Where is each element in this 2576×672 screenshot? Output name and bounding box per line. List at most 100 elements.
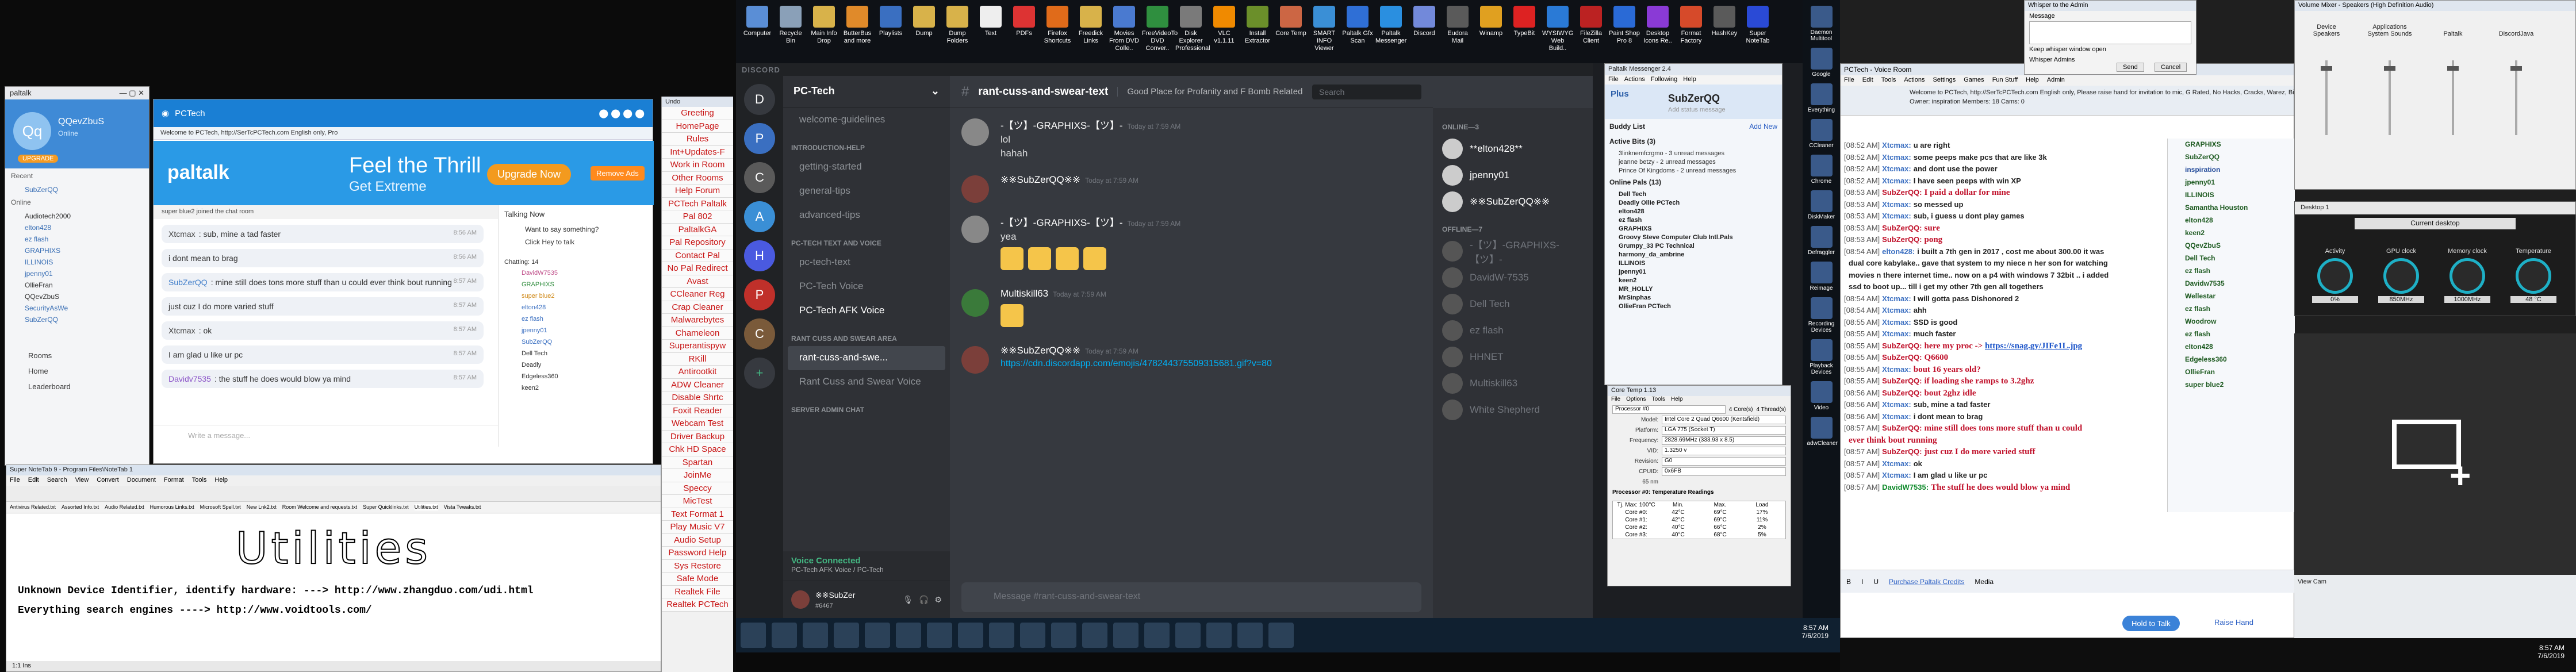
- clip-list-item[interactable]: ADW Cleaner: [662, 378, 733, 391]
- menu-item[interactable]: Games: [1964, 76, 1984, 85]
- voice-channel-label[interactable]: PC-Tech AFK Voice / PC-Tech: [791, 566, 942, 574]
- channel-category[interactable]: PC-TECH TEXT AND VOICE: [783, 228, 950, 251]
- clip-list-item[interactable]: Pal 802: [662, 210, 733, 224]
- room-user[interactable]: ez flash: [2168, 265, 2295, 278]
- message-nick[interactable]: Davidv7535: [168, 374, 211, 383]
- chevron-down-icon[interactable]: ⌄: [931, 85, 940, 98]
- view-cam-bar[interactable]: View Cam: [2294, 575, 2576, 638]
- line-nick[interactable]: Xtcmax:: [1882, 141, 1911, 149]
- headphones-icon[interactable]: 🎧: [919, 595, 929, 605]
- whisper-message-field[interactable]: [2029, 21, 2191, 44]
- clip-list-item[interactable]: Speccy: [662, 482, 733, 495]
- remove-ads-button[interactable]: Remove Ads: [591, 166, 645, 181]
- menu-document[interactable]: Document: [127, 477, 156, 485]
- clip-list-item[interactable]: Audio Setup: [662, 533, 733, 547]
- buddy-item[interactable]: ILLINOIS: [1605, 259, 1782, 267]
- buddy-item[interactable]: Prince Of Kingdoms - 2 unread messages: [1605, 166, 1782, 175]
- room-user[interactable]: inspiration: [2168, 164, 2295, 176]
- media-button[interactable]: Media: [1975, 578, 1994, 586]
- server-icon[interactable]: C: [744, 162, 775, 193]
- line-nick[interactable]: Xtcmax:: [1882, 164, 1911, 173]
- clip-list-item[interactable]: Spartan: [662, 456, 733, 469]
- cancel-button[interactable]: Cancel: [2155, 63, 2187, 72]
- volume-slider[interactable]: [2384, 60, 2395, 135]
- avatar[interactable]: [961, 289, 989, 317]
- desktop-shortcut[interactable]: Computer: [742, 6, 773, 37]
- buddy-item[interactable]: jeanne betzy - 2 unread messages: [1605, 158, 1782, 166]
- list-item[interactable]: ez flash: [5, 233, 149, 244]
- desktop-shortcut[interactable]: Eudora Mail: [1442, 6, 1473, 45]
- buddy-item[interactable]: GRAPHIXS: [1605, 224, 1782, 233]
- slider-thumb[interactable]: [2321, 66, 2332, 71]
- desktop-shortcut[interactable]: Playlists: [875, 6, 906, 37]
- user-list-item[interactable]: ez flash: [499, 314, 654, 325]
- desktop-shortcut[interactable]: Desktop Icons Re..: [1642, 6, 1673, 45]
- desktop-shortcut[interactable]: Install Extractor: [1242, 6, 1273, 45]
- room-user[interactable]: Woodrow: [2168, 316, 2295, 328]
- line-nick[interactable]: SubZerQQ:: [1882, 353, 1922, 362]
- message-author[interactable]: ※※SubZerQQ※※: [1000, 174, 1080, 185]
- menu-item[interactable]: Fun Stuff: [1992, 76, 2018, 85]
- member-item[interactable]: Dell Tech: [1433, 291, 1593, 317]
- desktop-shortcut[interactable]: Defraggler: [1807, 226, 1836, 256]
- clip-list-item[interactable]: Chameleon: [662, 327, 733, 340]
- desktop-shortcut[interactable]: CCleaner: [1807, 119, 1836, 149]
- channel-item[interactable]: general-tips: [783, 179, 950, 203]
- line-nick[interactable]: DavidW7535:: [1882, 483, 1929, 491]
- line-nick[interactable]: SubZerQQ:: [1882, 188, 1922, 197]
- user-list-item[interactable]: SubZerQQ: [499, 337, 654, 348]
- slider-thumb[interactable]: [2510, 66, 2522, 71]
- room-user[interactable]: Samantha Houston: [2168, 202, 2295, 214]
- document-tab[interactable]: Vista Tweaks.txt: [444, 504, 481, 510]
- list-item[interactable]: GRAPHIXS: [5, 244, 149, 256]
- menu-file[interactable]: File: [1611, 396, 1620, 404]
- clip-list-item[interactable]: Rules: [662, 133, 733, 146]
- online-pals-header[interactable]: Online Pals (13): [1605, 175, 1782, 190]
- menu-item[interactable]: Actions: [1904, 76, 1925, 85]
- avatar[interactable]: Qq: [13, 112, 51, 150]
- user-list-item[interactable]: jpenny01: [499, 325, 654, 337]
- channel-category[interactable]: INTRODUCTION-HELP: [783, 132, 950, 155]
- desktop-shortcut[interactable]: Main Info Drop: [808, 6, 839, 45]
- document-tab[interactable]: Room Welcome and requests.txt: [282, 504, 357, 510]
- desktop-shortcut[interactable]: Dump Folders: [942, 6, 973, 45]
- buddy-item[interactable]: Groovy Steve Computer Club Intl.Pals: [1605, 233, 1782, 241]
- clip-list-item[interactable]: Chk HD Space: [662, 443, 733, 456]
- bold-button[interactable]: B: [1846, 578, 1851, 586]
- clip-list-item[interactable]: PaltalkGA: [662, 223, 733, 236]
- list-item[interactable]: QQevZbuS: [5, 290, 149, 302]
- menu-item[interactable]: Tools: [1881, 76, 1896, 85]
- buddy-item[interactable]: keen2: [1605, 276, 1782, 285]
- buddy-item[interactable]: MR_HOLLY: [1605, 285, 1782, 293]
- list-item[interactable]: Audiotech2000: [5, 210, 149, 221]
- channel-category[interactable]: SERVER ADMIN CHAT: [783, 394, 950, 417]
- desktop-shortcut[interactable]: Video: [1807, 381, 1836, 411]
- line-nick[interactable]: Xtcmax:: [1882, 176, 1911, 185]
- line-nick[interactable]: SubZerQQ:: [1882, 235, 1922, 244]
- desktop-shortcut[interactable]: adwCleaner: [1807, 417, 1838, 447]
- user-list-item[interactable]: GRAPHIXS: [499, 279, 654, 291]
- room-user[interactable]: ILLINOIS: [2168, 189, 2295, 202]
- taskbar-app-button[interactable]: [834, 623, 859, 648]
- menu-item[interactable]: Settings: [1933, 76, 1956, 85]
- desktop-shortcut[interactable]: FreeVideoTo DVD Conver..: [1142, 6, 1178, 52]
- desktop-shortcut[interactable]: Playback Devices: [1807, 339, 1836, 375]
- clip-list-item[interactable]: JoinMe: [662, 469, 733, 482]
- buddy-item[interactable]: OllieFran PCTech: [1605, 302, 1782, 310]
- section-online[interactable]: Online: [5, 195, 149, 210]
- menu-actions[interactable]: Actions: [1624, 76, 1645, 84]
- taskbar-app-button[interactable]: [1206, 623, 1232, 648]
- clip-list-item[interactable]: Realtek File: [662, 585, 733, 598]
- user-list-item[interactable]: Edgeless360: [499, 371, 654, 383]
- taskbar-app-button[interactable]: [1082, 623, 1107, 648]
- server-icon[interactable]: +: [744, 358, 775, 389]
- buddy-item[interactable]: MrSinphas: [1605, 293, 1782, 302]
- channel-item[interactable]: PC-Tech Voice: [783, 275, 950, 299]
- buddy-item[interactable]: jpenny01: [1605, 267, 1782, 276]
- line-nick[interactable]: Xtcmax:: [1882, 200, 1911, 209]
- line-nick[interactable]: Xtcmax:: [1882, 153, 1911, 162]
- avatar[interactable]: [961, 175, 989, 203]
- message-author[interactable]: -【ツ】-GRAPHIXS-【ツ】-: [1000, 217, 1123, 228]
- taskbar-app-button[interactable]: [741, 623, 766, 648]
- list-item[interactable]: elton428: [5, 221, 149, 233]
